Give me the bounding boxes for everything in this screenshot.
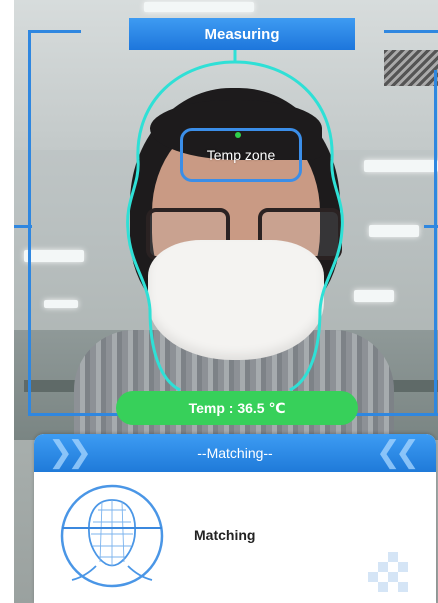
frame-right-line (434, 70, 437, 415)
frame-bottom-right-line (356, 413, 438, 416)
frame-tick-right (424, 225, 438, 228)
decorative-pattern (368, 552, 408, 592)
frame-bottom-left-line (28, 413, 118, 416)
ceiling-light (24, 250, 84, 262)
frame-tick-left (14, 225, 32, 228)
frame-corner-top-right (384, 30, 438, 73)
temp-zone-indicator (235, 132, 241, 138)
measuring-title: Measuring (129, 18, 355, 50)
head-outline-guide (126, 50, 344, 392)
face-scan-icon (60, 484, 164, 588)
chevron-left-icon: ❮❮ (375, 436, 420, 469)
temperature-readout: Temp : 36.5 ℃ (116, 391, 358, 425)
chevron-right-icon: ❯❯ (48, 436, 92, 469)
ceiling-light (369, 225, 419, 237)
frame-corner-top-left (28, 30, 81, 73)
ceiling-light (44, 300, 78, 308)
temp-zone-box: Temp zone (180, 128, 302, 182)
matching-panel: ❯❯ --Matching-- ❮❮ Matching (34, 434, 436, 603)
ceiling-light (354, 290, 394, 302)
matching-status: Matching (194, 527, 256, 543)
frame-left-line (28, 70, 31, 415)
matching-header-label: --Matching-- (197, 445, 273, 461)
temp-zone-label: Temp zone (206, 147, 276, 163)
ceiling-light (364, 160, 438, 172)
ceiling-light (144, 2, 254, 12)
matching-panel-header: ❯❯ --Matching-- ❮❮ (34, 434, 436, 472)
